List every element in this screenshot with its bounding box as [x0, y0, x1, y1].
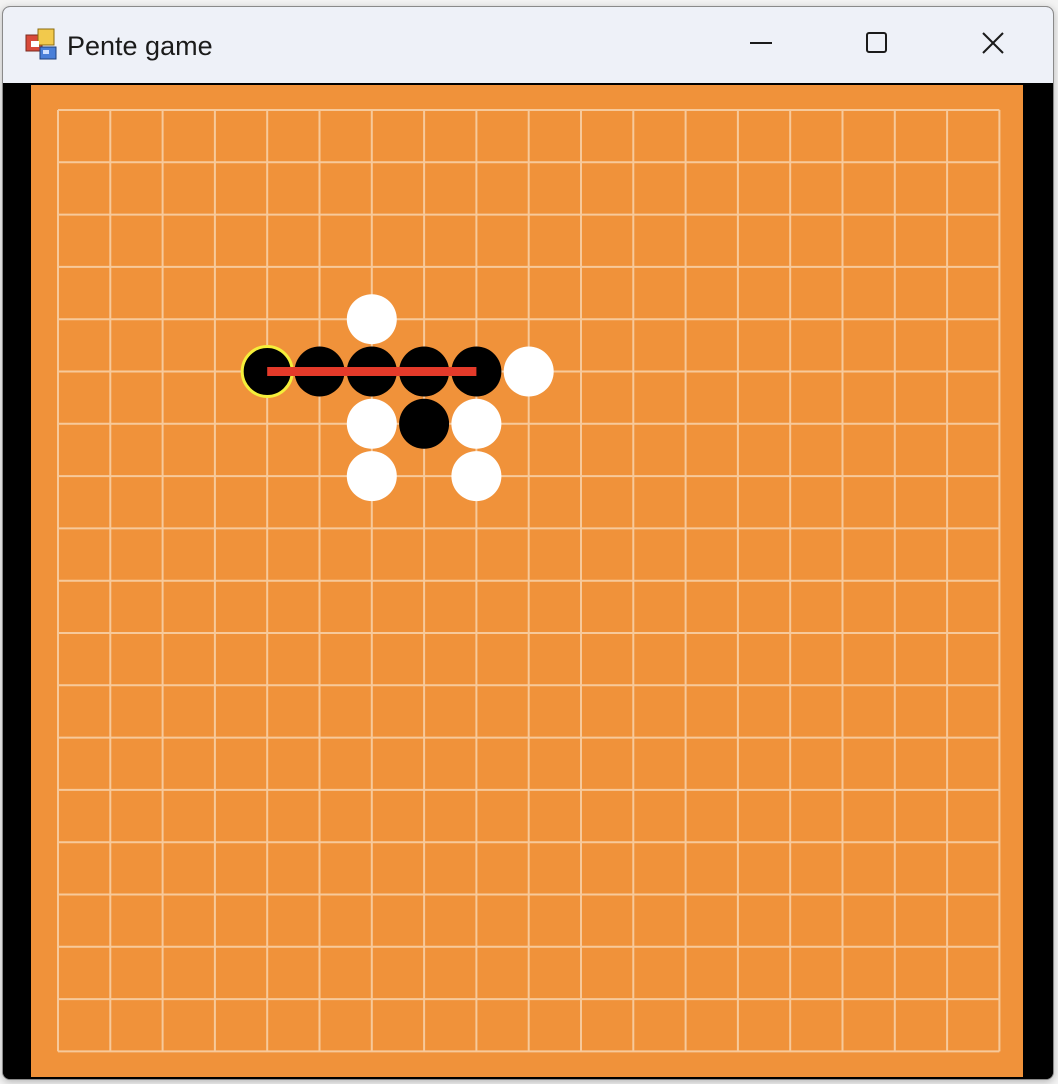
white-stone[interactable] — [346, 294, 397, 345]
white-stone[interactable] — [503, 346, 554, 397]
game-client-area — [3, 83, 1053, 1079]
window-title: Pente game — [67, 31, 213, 61]
minimize-button[interactable] — [703, 7, 819, 79]
black-stone[interactable] — [399, 398, 450, 449]
white-stone[interactable] — [346, 451, 397, 502]
minimize-icon — [750, 42, 772, 44]
maximize-icon — [866, 32, 887, 53]
title-bar[interactable]: Pente game — [3, 7, 1053, 83]
white-stone[interactable] — [451, 398, 502, 449]
pente-board[interactable] — [3, 83, 1053, 1079]
close-button[interactable] — [935, 7, 1051, 79]
winforms-app-icon — [25, 28, 57, 60]
white-stone[interactable] — [346, 398, 397, 449]
maximize-button[interactable] — [819, 7, 935, 79]
close-icon — [982, 32, 1004, 54]
pente-window: Pente game — [2, 6, 1054, 1080]
white-stone[interactable] — [451, 451, 502, 502]
